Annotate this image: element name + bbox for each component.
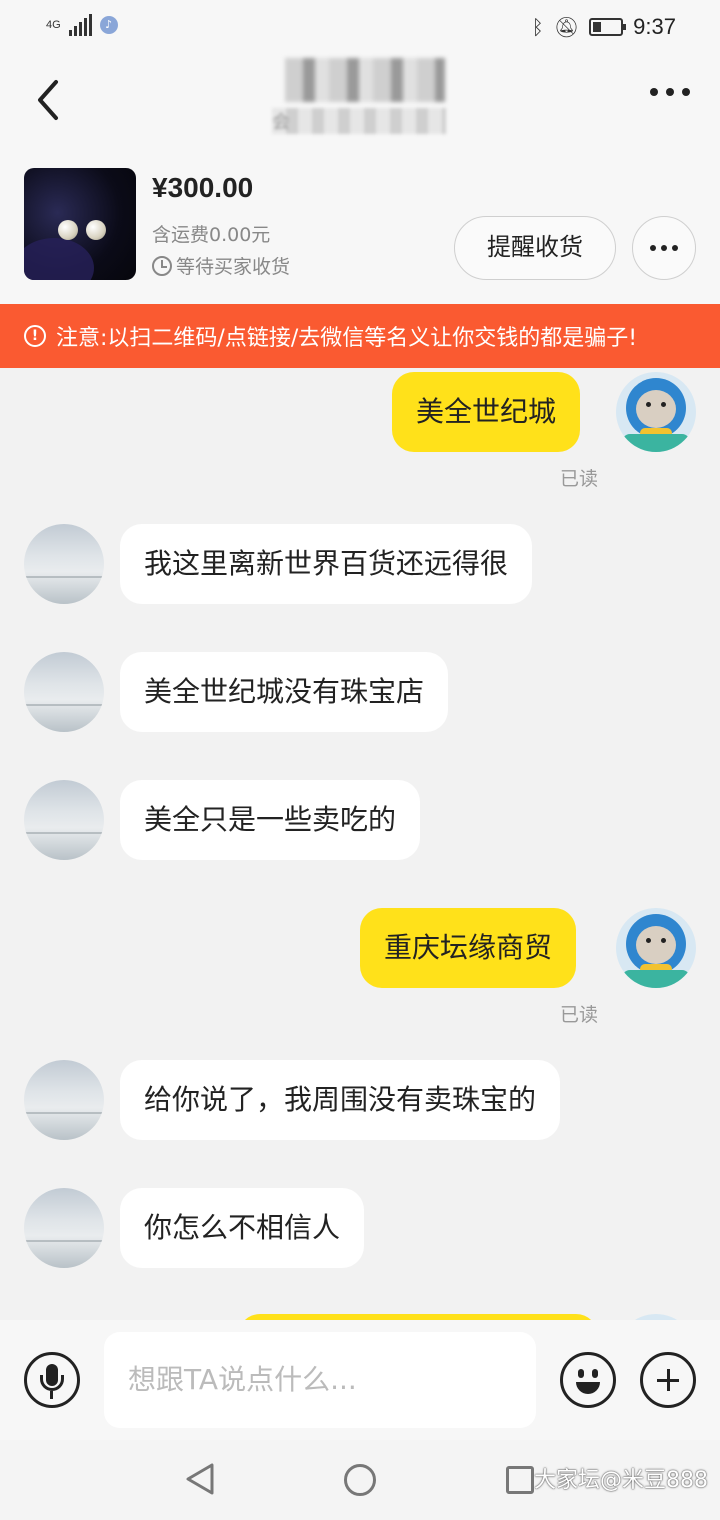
- order-status: 等待买家收货: [152, 252, 290, 279]
- remind-receipt-button[interactable]: 提醒收货: [454, 216, 616, 280]
- chat-title: [285, 58, 445, 102]
- fraud-warning-banner: ! 注意:以扫二维码/点链接/去微信等名义让你交钱的都是骗子!: [0, 304, 720, 368]
- message-bubble[interactable]: 美全世纪城没有珠宝店: [120, 652, 449, 732]
- message-bubble[interactable]: 重庆坛缘商贸: [360, 908, 577, 988]
- nav-back-icon[interactable]: [184, 1462, 216, 1496]
- signal-icon: [68, 14, 92, 36]
- shipping-fee: 含运费0.00元: [152, 224, 271, 246]
- emoji-button[interactable]: [560, 1352, 616, 1408]
- message-bubble[interactable]: 美全世纪城: [392, 372, 581, 452]
- status-bar-left: 4G ♪: [46, 14, 118, 36]
- system-navigation-bar: 大家坛@米豆888: [0, 1440, 720, 1520]
- product-price: ¥300.00: [152, 172, 254, 203]
- message-input[interactable]: 想跟TA说点什么...: [104, 1332, 536, 1428]
- input-bar: 想跟TA说点什么...: [0, 1320, 720, 1440]
- chat-subtitle: 会: [272, 108, 446, 134]
- network-type: 4G: [46, 19, 61, 31]
- message-bubble[interactable]: 美全只是一些卖吃的: [120, 780, 421, 860]
- watermark: 大家坛@米豆888: [534, 1468, 708, 1493]
- battery-icon: [589, 18, 627, 36]
- back-icon[interactable]: [30, 74, 70, 126]
- contact-avatar[interactable]: [24, 1188, 104, 1268]
- warning-text: 注意:以扫二维码/点链接/去微信等名义让你交钱的都是骗子!: [56, 326, 638, 351]
- read-receipt: 已读: [560, 468, 599, 490]
- clock-icon: [152, 255, 172, 276]
- message-bubble[interactable]: 你怎么不相信人: [120, 1188, 365, 1268]
- product-thumbnail[interactable]: [24, 168, 136, 280]
- chat-header: 会: [0, 56, 720, 146]
- contact-avatar[interactable]: [24, 1060, 104, 1140]
- bluetooth-icon: ᛒ: [531, 15, 544, 39]
- status-time: 9:37: [633, 14, 676, 39]
- nav-home-icon[interactable]: [344, 1464, 376, 1496]
- contact-avatar[interactable]: [24, 652, 104, 732]
- warning-icon: !: [24, 325, 46, 347]
- my-avatar[interactable]: [616, 908, 696, 988]
- music-icon: ♪: [99, 16, 118, 34]
- plus-button[interactable]: [640, 1352, 696, 1408]
- voice-button[interactable]: [24, 1352, 80, 1408]
- product-card[interactable]: ¥300.00 含运费0.00元 等待买家收货 提醒收货: [0, 146, 720, 304]
- contact-avatar[interactable]: [24, 524, 104, 604]
- order-status-label: 等待买家收货: [176, 256, 291, 278]
- more-icon[interactable]: [650, 88, 690, 96]
- status-bar: 4G ♪ ᛒ 🔕︎ 9:37: [0, 0, 720, 56]
- status-bar-right: ᛒ 🔕︎ 9:37: [532, 14, 676, 40]
- mute-icon: 🔕︎: [553, 15, 580, 39]
- my-avatar[interactable]: [616, 372, 696, 452]
- contact-avatar[interactable]: [24, 780, 104, 860]
- read-receipt: 已读: [560, 1004, 599, 1026]
- nav-recent-apps-icon[interactable]: [506, 1466, 534, 1494]
- product-more-button[interactable]: [632, 216, 696, 280]
- message-list[interactable]: 美全世纪城 已读 我这里离新世界百货还远得很 美全世纪城没有珠宝店 美全只是一些…: [0, 368, 720, 1320]
- message-bubble[interactable]: 我这里离新世界百货还远得很: [120, 524, 533, 604]
- message-bubble[interactable]: 给你说了，我周围没有卖珠宝的: [120, 1060, 561, 1140]
